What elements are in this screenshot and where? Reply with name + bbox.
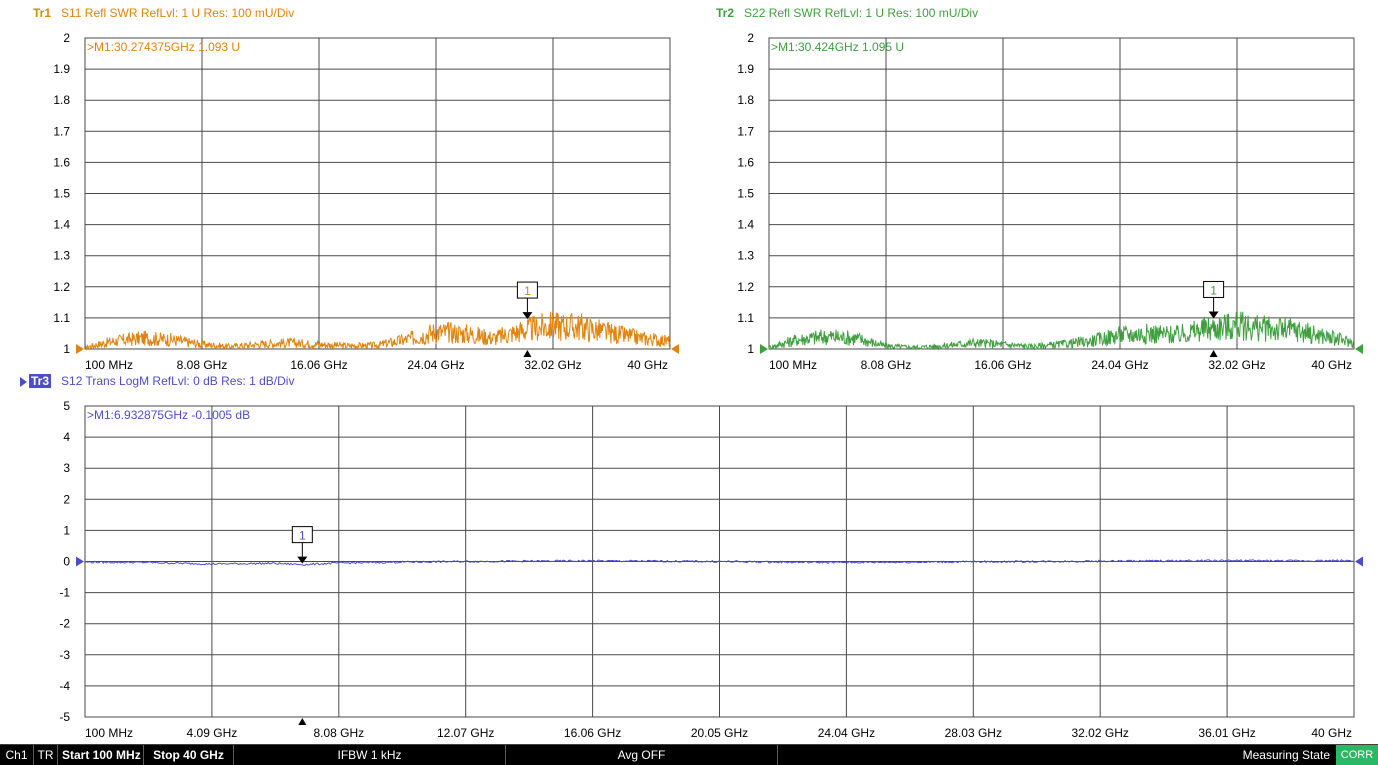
y-tick-label: 4 [63, 430, 70, 444]
channel-indicator[interactable]: Ch1 [0, 745, 34, 765]
y-tick-label: 1.6 [53, 155, 70, 169]
y-tick-label: 0 [63, 555, 70, 569]
marker-label: 1 [524, 284, 531, 298]
y-tick-label: 5 [63, 399, 70, 413]
y-tick-label: -3 [59, 648, 70, 662]
reference-level-right-icon [1355, 344, 1363, 354]
x-tick-label: 100 MHz [769, 358, 817, 372]
y-tick-label: 2 [63, 31, 70, 45]
marker-position-icon [1209, 350, 1218, 357]
y-tick-label: 1.1 [737, 311, 754, 325]
y-tick-label: -1 [59, 586, 70, 600]
status-bar: Ch1 TR Start 100 MHz Stop 40 GHz IFBW 1 … [0, 744, 1378, 765]
marker-label: 1 [1210, 283, 1217, 297]
y-tick-label: -5 [59, 710, 70, 724]
x-tick-label: 4.09 GHz [187, 726, 238, 740]
y-tick-label: 1 [63, 342, 70, 356]
x-tick-label: 16.06 GHz [290, 358, 347, 372]
y-tick-label: 1.2 [737, 280, 754, 294]
y-tick-label: 3 [63, 461, 70, 475]
measuring-state: Measuring State [1242, 748, 1330, 762]
trace-mode-indicator[interactable]: TR [34, 745, 58, 765]
y-tick-label: 1.2 [53, 280, 70, 294]
x-tick-label: 28.03 GHz [945, 726, 1002, 740]
x-tick-label: 32.02 GHz [1072, 726, 1129, 740]
x-tick-label: 16.06 GHz [564, 726, 621, 740]
y-tick-label: 1.4 [53, 218, 70, 232]
correction-badge[interactable]: CORR [1336, 745, 1378, 765]
x-tick-label: 24.04 GHz [407, 358, 464, 372]
y-tick-label: 1.5 [737, 187, 754, 201]
y-tick-label: 1.3 [53, 249, 70, 263]
x-tick-label: 20.05 GHz [691, 726, 748, 740]
y-tick-label: 1 [747, 342, 754, 356]
stop-frequency[interactable]: Stop 40 GHz [144, 745, 234, 765]
x-tick-label: 16.06 GHz [974, 358, 1031, 372]
x-tick-label: 40 GHz [1311, 358, 1352, 372]
reference-level-left-icon [760, 344, 768, 354]
x-tick-label: 12.07 GHz [437, 726, 494, 740]
marker-position-icon [523, 350, 532, 357]
x-tick-label: 24.04 GHz [1091, 358, 1148, 372]
y-tick-label: 1.3 [737, 249, 754, 263]
diagram-1: 1 1.1 1.2 1.3 1.4 1.5 1.6 1.7 1.8 1.9 2 100 MHz 8.08… [53, 31, 679, 372]
x-tick-label: 100 MHz [85, 358, 133, 372]
y-tick-label: 1.9 [737, 62, 754, 76]
x-tick-label: 100 MHz [85, 726, 133, 740]
x-tick-label: 36.01 GHz [1198, 726, 1255, 740]
averaging-setting[interactable]: Avg OFF [506, 745, 778, 765]
y-tick-label: -4 [59, 679, 70, 693]
y-tick-label: 1.1 [53, 311, 70, 325]
reference-level-right-icon [671, 344, 679, 354]
x-tick-label: 40 GHz [627, 358, 668, 372]
y-tick-label: 1 [63, 523, 70, 537]
ifbw-setting[interactable]: IFBW 1 kHz [234, 745, 506, 765]
y-tick-label: 1.6 [737, 155, 754, 169]
y-tick-label: 1.7 [737, 124, 754, 138]
y-tick-label: 2 [63, 492, 70, 506]
x-tick-label: 8.08 GHz [313, 726, 364, 740]
reference-level-right-icon [1355, 556, 1363, 567]
x-tick-label: 32.02 GHz [1208, 358, 1265, 372]
x-tick-label: 24.04 GHz [818, 726, 875, 740]
x-tick-label: 8.08 GHz [861, 358, 912, 372]
analyzer-screen: Tr1 S11 Refl SWR RefLvl: 1 U Res: 100 mU/… [0, 0, 1378, 765]
x-tick-label: 40 GHz [1311, 726, 1352, 740]
y-tick-label: 1.5 [53, 187, 70, 201]
marker-readout: >M1:6.932875GHz -0.1005 dB [87, 408, 250, 422]
x-tick-label: 32.02 GHz [524, 358, 581, 372]
marker-readout: >M1:30.274375GHz 1.093 U [87, 40, 240, 54]
start-frequency[interactable]: Start 100 MHz [58, 745, 144, 765]
diagram-area: 1 1.1 1.2 1.3 1.4 1.5 1.6 1.7 1.8 1.9 2 100 MHz 8.08… [53, 31, 1363, 740]
reference-level-left-icon [76, 344, 84, 354]
marker-label: 1 [299, 529, 306, 543]
reference-level-left-icon [76, 556, 84, 567]
y-tick-label: 1.9 [53, 62, 70, 76]
y-tick-label: 1.8 [737, 93, 754, 107]
y-tick-label: 2 [747, 31, 754, 45]
y-tick-label: 1.7 [53, 124, 70, 138]
diagram-3: -5 -4 -3 -2 -1 0 1 2 3 4 5 100 MHz 4.09 GHz 8.08 GHz 1… [59, 399, 1363, 740]
y-tick-label: 1.8 [53, 93, 70, 107]
marker-position-icon [298, 718, 307, 725]
x-tick-label: 8.08 GHz [177, 358, 228, 372]
y-tick-label: -2 [59, 617, 70, 631]
diagram-2: 1 1.1 1.2 1.3 1.4 1.5 1.6 1.7 1.8 1.9 2 100 MHz 8.08… [737, 31, 1363, 372]
marker-readout: >M1:30.424GHz 1.095 U [771, 40, 904, 54]
y-tick-label: 1.4 [737, 218, 754, 232]
